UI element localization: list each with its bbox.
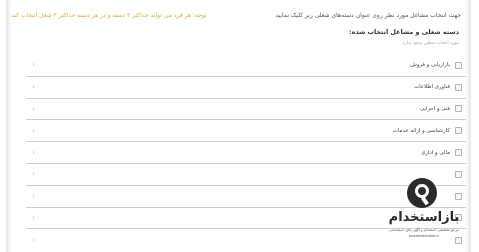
chevron-left-icon[interactable]: ‹: [32, 213, 35, 222]
watermark-logo: بازاستخدام مرجع تخصصی استخدام و آگهی های…: [385, 176, 463, 246]
checkbox-icon[interactable]: [455, 61, 462, 69]
chevron-left-icon[interactable]: ‹: [32, 104, 35, 113]
checkbox-icon[interactable]: [455, 149, 462, 157]
header-line: جهت انتخاب مشاغل مورد نظر روی عنوان دسته…: [11, 9, 461, 21]
category-row-finance[interactable]: مالی و اداری ‹: [26, 142, 466, 164]
category-label: فناوری اطلاعات: [414, 84, 450, 91]
chevron-left-icon[interactable]: ‹: [32, 148, 35, 157]
chevron-left-icon[interactable]: ‹: [32, 83, 35, 91]
chevron-left-icon[interactable]: ‹: [32, 236, 35, 244]
chevron-left-icon[interactable]: ‹: [32, 170, 35, 178]
selection-limit-note: توجه: هر فرد می تواند حداکثر ۲ دسته و در…: [11, 11, 207, 19]
category-row-it[interactable]: فناوری اطلاعات ‹: [26, 77, 466, 99]
checkbox-icon[interactable]: [455, 83, 462, 91]
chevron-left-icon[interactable]: ‹: [32, 61, 35, 69]
chevron-left-icon[interactable]: ‹: [32, 192, 35, 200]
left-edge-shadow: [6, 0, 12, 252]
watermark-brand: بازاستخدام: [388, 210, 460, 225]
category-label: کارشناسی و ارائه خدمات: [392, 127, 450, 134]
section-title: دسته شغلی و مشاغل انتخاب شده:: [349, 28, 459, 36]
category-row-technical[interactable]: فنی و اجرایی ‹: [26, 99, 466, 121]
checkbox-icon[interactable]: [455, 105, 462, 113]
chevron-left-icon[interactable]: ‹: [32, 126, 35, 135]
category-label: فنی و اجرایی: [419, 105, 450, 112]
category-label: بازاریابی و فروش: [410, 62, 450, 69]
watermark-tagline: مرجع تخصصی استخدام و آگهی های استخدامی: [388, 228, 460, 232]
instruction-text: جهت انتخاب مشاغل مورد نظر روی عنوان دسته…: [275, 11, 461, 19]
job-categories-panel: جهت انتخاب مشاغل مورد نظر روی عنوان دسته…: [6, 0, 471, 252]
category-label: مالی و اداری: [421, 149, 450, 156]
magnifier-icon: [407, 178, 437, 208]
section-subtitle: مورد انتخاب شغلی وجود ندارد: [402, 41, 459, 46]
category-row-sales[interactable]: بازاریابی و فروش ‹: [26, 55, 466, 77]
category-row-services[interactable]: کارشناسی و ارائه خدمات ‹: [26, 120, 466, 143]
checkbox-icon[interactable]: [455, 127, 462, 135]
watermark-url: bazestekhdam.ir: [408, 234, 440, 238]
